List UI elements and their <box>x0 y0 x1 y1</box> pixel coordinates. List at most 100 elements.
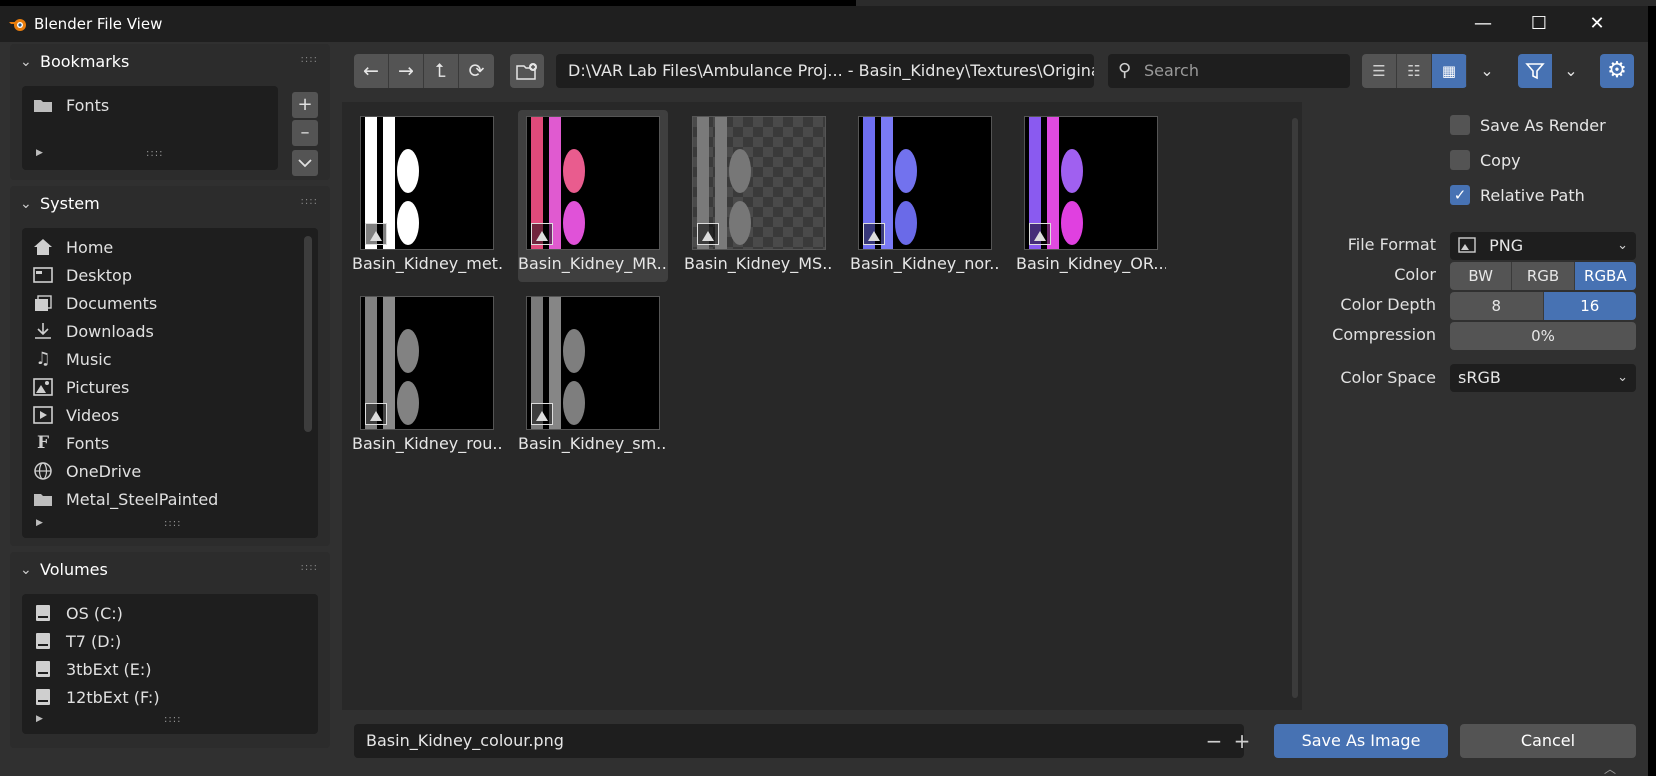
system-item-fonts[interactable]: F Fonts <box>32 430 109 456</box>
compression-label: Compression <box>1332 325 1436 344</box>
color-rgb-option[interactable]: RGB <box>1512 262 1575 290</box>
system-title: System <box>40 194 100 213</box>
system-item-metal-steelpainted[interactable]: Metal_SteelPainted <box>32 486 218 512</box>
system-panel: ⌄ System :::: Home Desktop Documents Dow… <box>10 186 330 546</box>
system-item-label: Fonts <box>66 433 110 453</box>
forward-button[interactable]: → <box>389 54 424 88</box>
blender-logo-icon <box>9 19 26 31</box>
system-item-label: Downloads <box>66 321 154 341</box>
file-area-scrollbar[interactable] <box>1292 118 1298 698</box>
close-button[interactable]: ✕ <box>1582 12 1612 36</box>
drag-grip-icon[interactable]: :::: <box>301 562 318 573</box>
expand-triangle-icon[interactable]: ▶ <box>36 148 43 158</box>
relative-path-checkbox[interactable]: ✓ <box>1450 185 1470 205</box>
expand-triangle-icon[interactable]: ▶ <box>36 518 43 528</box>
volume-item-e[interactable]: 3tbExt (E:) <box>32 656 152 682</box>
filter-options-dropdown[interactable]: ⌄ <box>1554 54 1588 88</box>
filter-toggle-button[interactable] <box>1518 54 1552 88</box>
resize-grip-icon[interactable]: :::: <box>164 714 181 725</box>
system-item-documents[interactable]: Documents <box>32 290 157 316</box>
drag-grip-icon[interactable]: :::: <box>301 196 318 207</box>
settings-gear-button[interactable]: ⚙ <box>1600 54 1634 88</box>
system-item-downloads[interactable]: Downloads <box>32 318 154 344</box>
system-scrollbar[interactable] <box>304 236 312 432</box>
file-item-ms[interactable]: Basin_Kidney_MS.... <box>684 110 834 282</box>
volumes-header[interactable]: ⌄ Volumes :::: <box>10 552 330 590</box>
save-as-render-option[interactable]: Save As Render <box>1450 114 1606 136</box>
volume-item-f[interactable]: 12tbExt (F:) <box>32 684 160 710</box>
color-depth-16-option[interactable]: 16 <box>1543 292 1636 320</box>
image-file-icon <box>1029 223 1051 245</box>
add-bookmark-button[interactable]: + <box>292 92 318 118</box>
cancel-button[interactable]: Cancel <box>1460 724 1636 758</box>
system-item-videos[interactable]: Videos <box>32 402 119 428</box>
search-icon: ⚲ <box>1118 60 1132 81</box>
volume-item-d[interactable]: T7 (D:) <box>32 628 121 654</box>
color-depth-8-option[interactable]: 8 <box>1450 292 1544 320</box>
directory-path-field[interactable]: D:\VAR Lab Files\Ambulance Proj... - Bas… <box>556 54 1094 88</box>
system-item-onedrive[interactable]: OneDrive <box>32 458 141 484</box>
system-item-label: Pictures <box>66 377 130 397</box>
file-format-select[interactable]: PNG ⌄ <box>1450 232 1636 260</box>
system-item-desktop[interactable]: Desktop <box>32 262 132 288</box>
system-item-pictures[interactable]: Pictures <box>32 374 129 400</box>
drag-grip-icon[interactable]: :::: <box>301 54 318 65</box>
copy-option[interactable]: Copy <box>1450 149 1521 171</box>
resize-grip-icon[interactable]: :::: <box>164 518 181 529</box>
new-folder-group <box>510 54 544 88</box>
color-bw-option[interactable]: BW <box>1450 262 1513 290</box>
minimize-button[interactable]: — <box>1468 12 1498 36</box>
desktop-icon <box>32 265 54 285</box>
color-space-select[interactable]: sRGB ⌄ <box>1450 364 1636 392</box>
file-name: Basin_Kidney_OR... <box>1016 254 1166 273</box>
compression-slider[interactable]: 0% <box>1450 322 1636 350</box>
file-item-or[interactable]: Basin_Kidney_OR... <box>1016 110 1166 282</box>
file-thumbnail <box>858 116 992 250</box>
thumbnail-view-button[interactable]: ▦ <box>1432 54 1467 88</box>
volume-item-c[interactable]: OS (C:) <box>32 600 123 626</box>
file-format-label: File Format <box>1347 235 1436 254</box>
vertical-list-view-button[interactable]: ☰ <box>1362 54 1397 88</box>
color-rgba-option[interactable]: RGBA <box>1574 262 1636 290</box>
save-as-image-button[interactable]: Save As Image <box>1274 724 1448 758</box>
horizontal-list-view-button[interactable]: ☷ <box>1397 54 1432 88</box>
remove-bookmark-button[interactable]: – <box>292 120 318 146</box>
relative-path-option[interactable]: ✓ Relative Path <box>1450 184 1585 206</box>
filename-input[interactable]: Basin_Kidney_colour.png <box>354 724 1244 758</box>
downloads-icon <box>32 321 54 341</box>
resize-grip-icon[interactable]: :::: <box>146 148 163 159</box>
increment-filename-button[interactable]: + <box>1228 724 1256 758</box>
file-item-metallic[interactable]: Basin_Kidney_met... <box>352 110 502 282</box>
bookmarks-header[interactable]: ⌄ Bookmarks :::: <box>10 44 330 82</box>
back-button[interactable]: ← <box>354 54 389 88</box>
system-item-home[interactable]: Home <box>32 234 113 260</box>
resize-corner-icon[interactable]: ︿ <box>1604 760 1618 776</box>
bookmark-item-fonts[interactable]: Fonts <box>32 92 109 118</box>
file-name: Basin_Kidney_nor... <box>850 254 1000 273</box>
save-as-render-checkbox[interactable] <box>1450 115 1470 135</box>
decrement-filename-button[interactable]: − <box>1200 724 1228 758</box>
color-space-value: sRGB <box>1458 368 1501 387</box>
file-item-mr[interactable]: Basin_Kidney_MR... <box>518 110 668 282</box>
bookmark-menu-button[interactable] <box>292 150 318 176</box>
system-header[interactable]: ⌄ System :::: <box>10 186 330 224</box>
maximize-button[interactable]: ☐ <box>1524 12 1554 36</box>
copy-checkbox[interactable] <box>1450 150 1470 170</box>
system-item-music[interactable]: ♫ Music <box>32 346 111 372</box>
system-item-label: Metal_SteelPainted <box>66 489 219 509</box>
expand-triangle-icon[interactable]: ▶ <box>36 714 43 724</box>
new-folder-button[interactable] <box>510 54 544 88</box>
file-thumbnail <box>1024 116 1158 250</box>
parent-directory-button[interactable]: ⮤ <box>424 54 459 88</box>
documents-icon <box>32 293 54 313</box>
music-icon: ♫ <box>35 349 51 369</box>
drive-icon <box>32 603 54 623</box>
file-item-normal[interactable]: Basin_Kidney_nor... <box>850 110 1000 282</box>
file-item-smoothness[interactable]: Basin_Kidney_sm... <box>518 290 668 462</box>
refresh-button[interactable]: ⟳ <box>459 54 494 88</box>
search-input[interactable]: ⚲ Search <box>1108 54 1350 88</box>
file-item-roughness[interactable]: Basin_Kidney_rou... <box>352 290 502 462</box>
display-options-dropdown[interactable]: ⌄ <box>1470 54 1504 88</box>
color-depth-selector: 8 16 <box>1450 292 1636 320</box>
title-bar[interactable]: Blender File View — ☐ ✕ <box>0 6 1648 42</box>
